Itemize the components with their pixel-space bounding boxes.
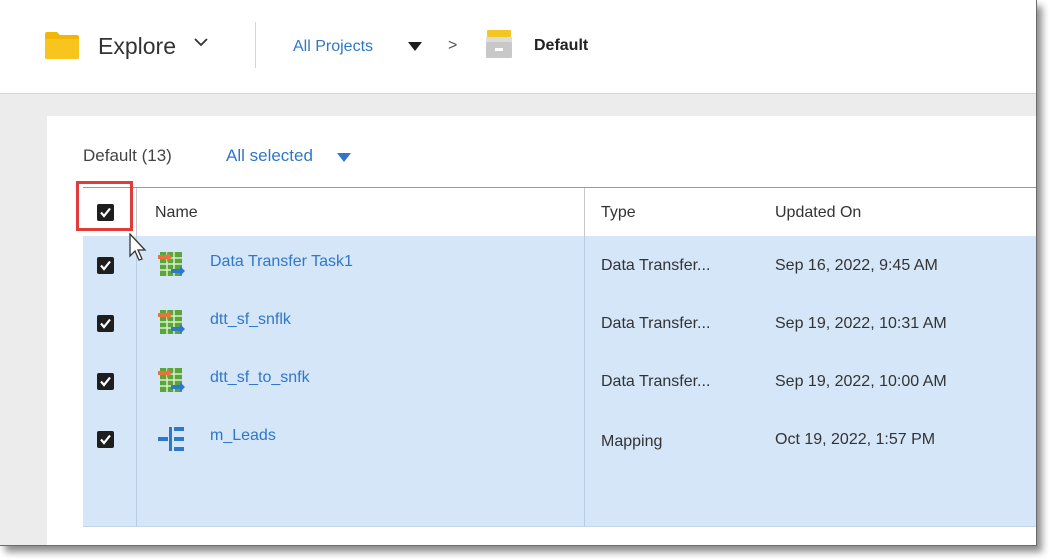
asset-updated-on: Sep 19, 2022, 10:31 AM (775, 315, 947, 332)
column-divider (136, 294, 137, 352)
column-header-type[interactable]: Type (601, 204, 636, 222)
asset-updated-on: Sep 19, 2022, 10:00 AM (775, 373, 947, 390)
chevron-down-icon[interactable] (193, 34, 209, 50)
breadcrumb-all-projects[interactable]: All Projects (293, 38, 373, 56)
project-contents-panel: Default (13) All selected Name Type Upda… (47, 116, 1036, 545)
data-transfer-task-icon (158, 310, 185, 334)
table-row[interactable] (83, 468, 1036, 527)
toolbar-divider (255, 22, 256, 68)
mapping-icon (158, 427, 184, 451)
select-all-checkbox[interactable] (97, 204, 114, 221)
data-transfer-task-icon (158, 252, 185, 276)
asset-type: Data Transfer... (601, 315, 711, 332)
project-icon (486, 30, 512, 58)
asset-name-link[interactable]: dtt_sf_to_snfk (210, 369, 310, 387)
table-header: Name Type Updated On (83, 187, 1036, 238)
column-divider (136, 468, 137, 526)
column-divider (584, 410, 585, 468)
selection-dropdown[interactable]: All selected (226, 146, 313, 166)
table-row[interactable]: Data Transfer Task1 Data Transfer... Sep… (83, 236, 1036, 295)
column-divider (584, 352, 585, 410)
asset-name-link[interactable]: m_Leads (210, 427, 276, 445)
row-checkbox[interactable] (97, 315, 114, 332)
column-divider (136, 410, 137, 468)
column-divider (584, 188, 585, 237)
mouse-cursor-icon (129, 233, 147, 261)
asset-type: Mapping (601, 433, 663, 450)
table-row[interactable]: m_Leads Mapping Oct 19, 2022, 1:57 PM (83, 410, 1036, 469)
asset-type: Data Transfer... (601, 373, 711, 390)
breadcrumb-separator: > (448, 37, 458, 54)
column-divider (136, 188, 137, 237)
app-window: Explore All Projects > Default Default (… (0, 0, 1037, 546)
top-bar: Explore All Projects > Default (0, 0, 1036, 94)
table-row[interactable]: dtt_sf_to_snfk Data Transfer... Sep 19, … (83, 352, 1036, 411)
asset-updated-on: Oct 19, 2022, 1:57 PM (775, 431, 936, 448)
column-divider (584, 468, 585, 526)
breadcrumb-current: Default (534, 37, 589, 54)
folder-icon (45, 32, 79, 59)
data-transfer-task-icon (158, 368, 185, 392)
column-divider (136, 352, 137, 410)
asset-name-link[interactable]: Data Transfer Task1 (210, 253, 353, 271)
row-checkbox[interactable] (97, 431, 114, 448)
asset-name-link[interactable]: dtt_sf_snflk (210, 311, 291, 329)
caret-down-icon[interactable] (337, 153, 351, 163)
row-checkbox[interactable] (97, 373, 114, 390)
asset-updated-on: Sep 16, 2022, 9:45 AM (775, 257, 938, 274)
column-header-name[interactable]: Name (155, 204, 198, 222)
column-header-updated-on[interactable]: Updated On (775, 204, 861, 222)
explore-menu-label[interactable]: Explore (98, 33, 176, 60)
asset-type: Data Transfer... (601, 257, 711, 274)
column-divider (584, 294, 585, 352)
column-divider (584, 236, 585, 294)
table-row[interactable]: dtt_sf_snflk Data Transfer... Sep 19, 20… (83, 294, 1036, 353)
caret-down-icon[interactable] (408, 42, 422, 52)
row-checkbox[interactable] (97, 257, 114, 274)
folder-count-title: Default (13) (83, 146, 172, 165)
